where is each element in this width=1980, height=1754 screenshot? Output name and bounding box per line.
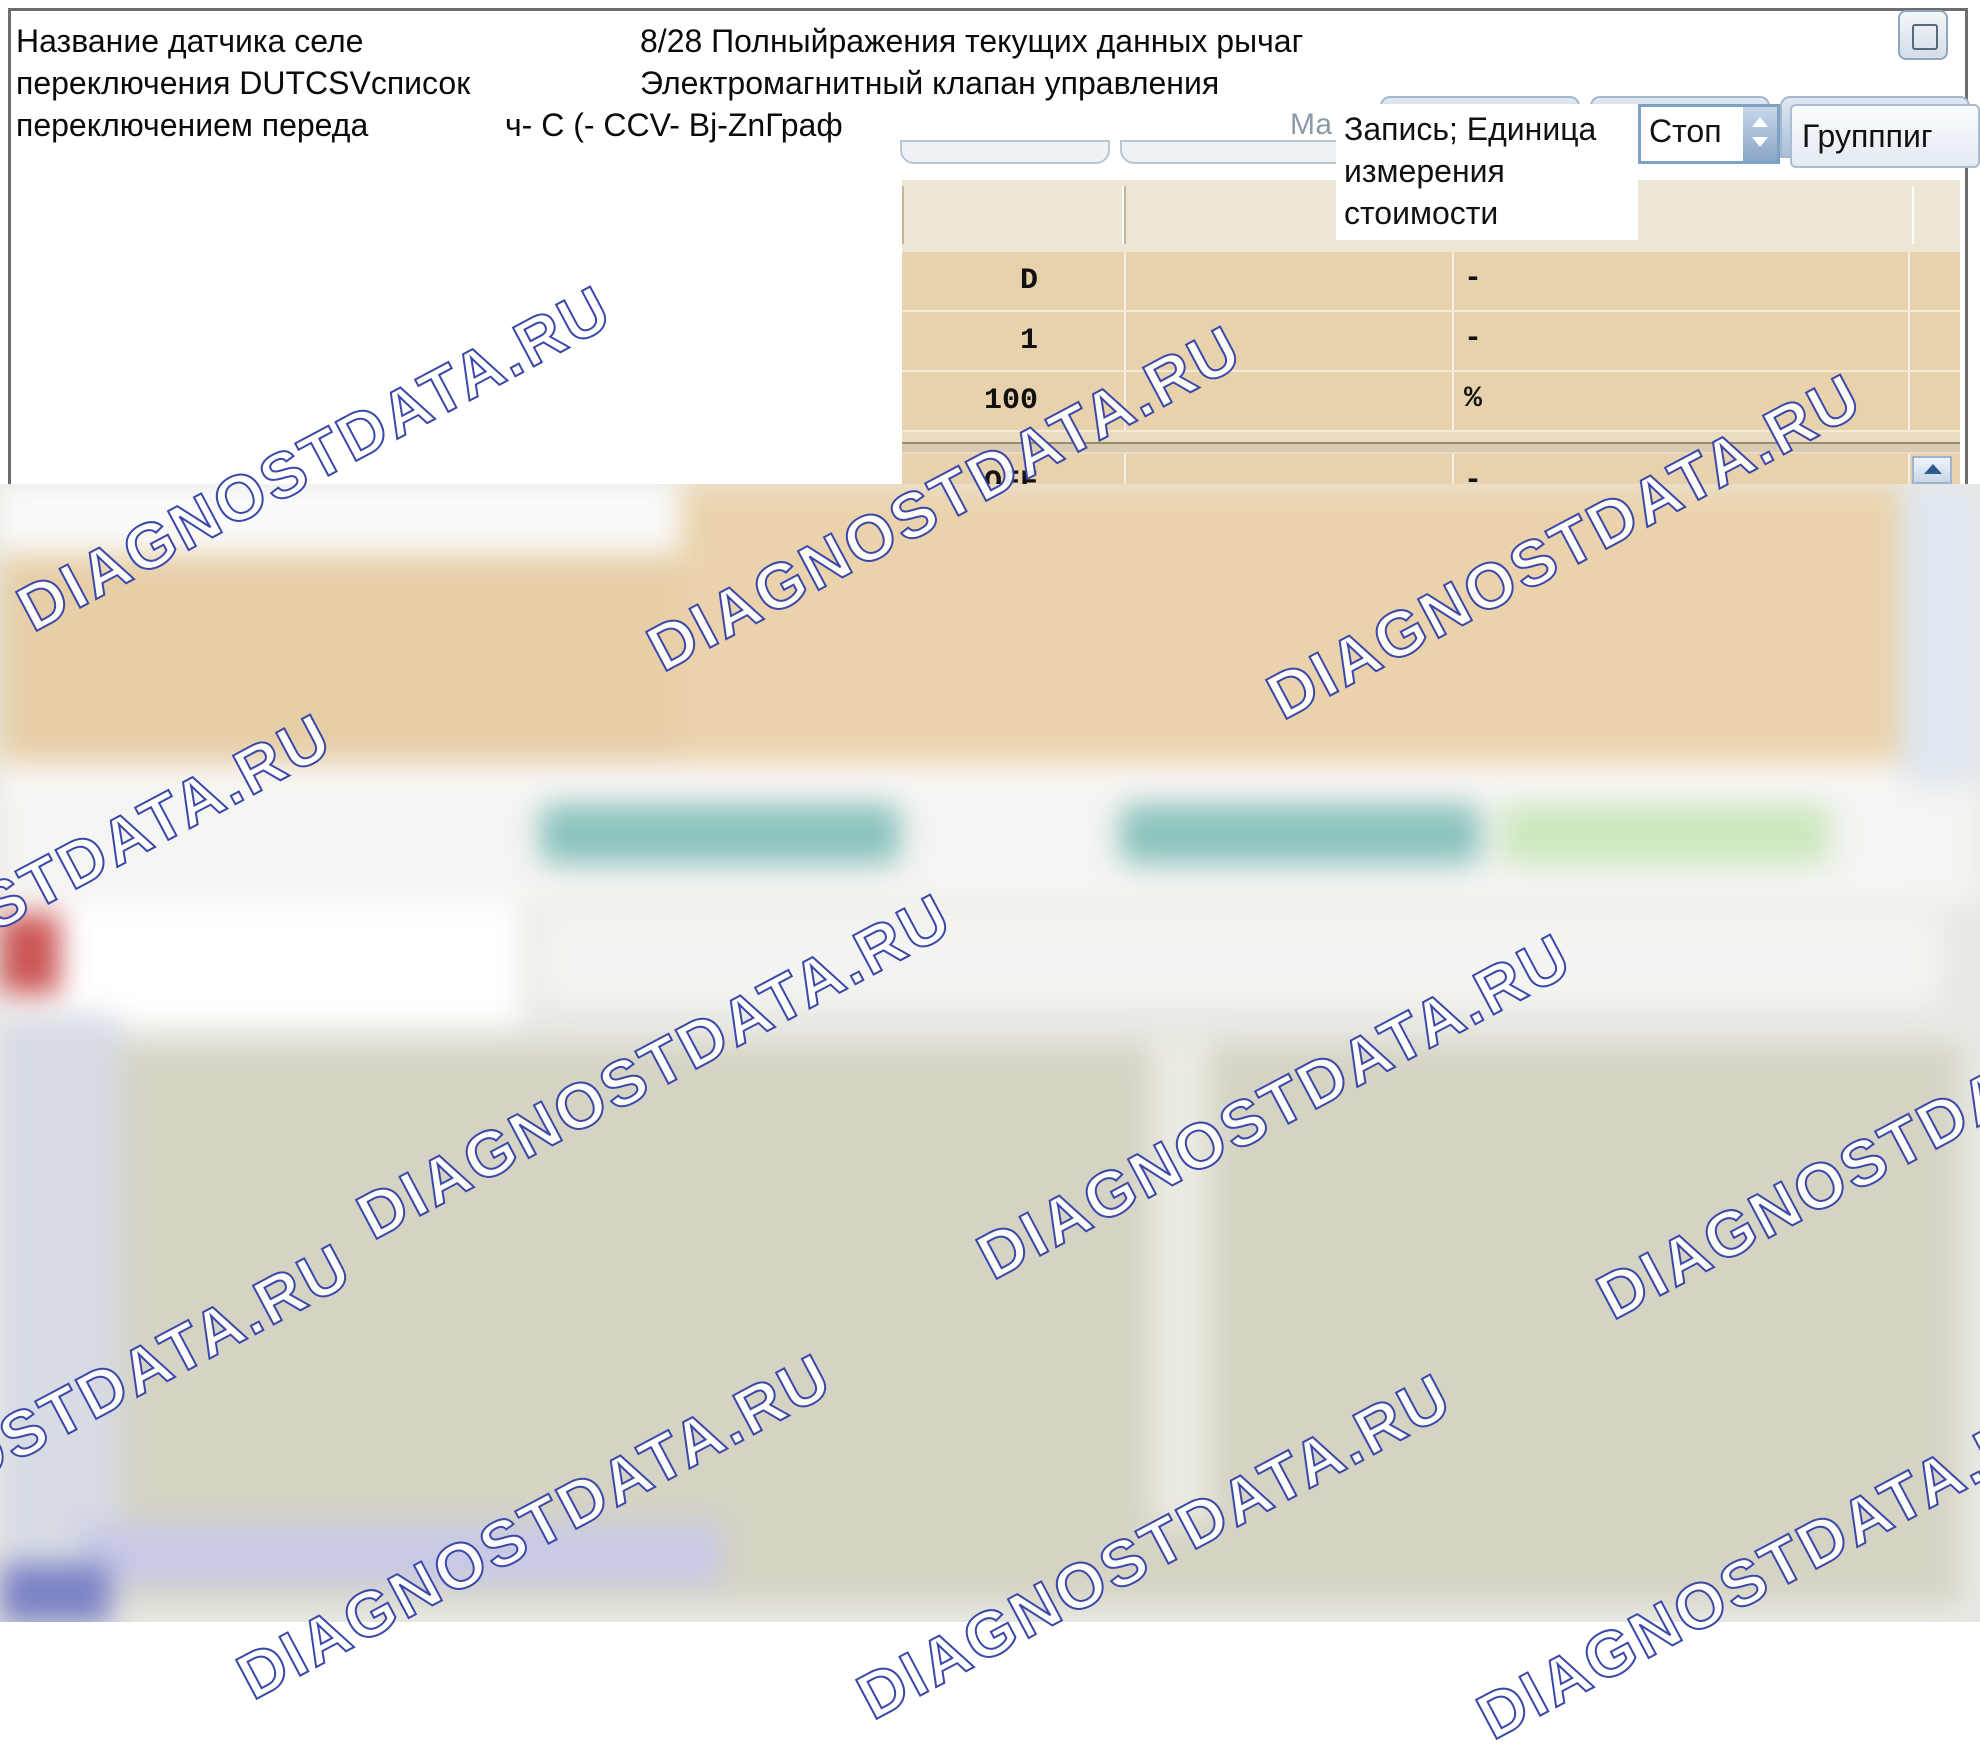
card-edge: [1120, 140, 1370, 164]
scroll-up-button[interactable]: [1912, 456, 1952, 484]
grouping-button-label: Групппиг: [1802, 118, 1933, 154]
blurred-list: [0, 904, 520, 1024]
mode-spinner[interactable]: [1743, 107, 1777, 161]
blurred-chart: [120, 1044, 1960, 1604]
blurred-area: [0, 484, 1980, 1622]
sensor-name-caption: Название датчика селе: [16, 23, 364, 59]
row-unit: -: [1464, 464, 1483, 484]
row-unit: -: [1464, 262, 1483, 296]
blurred-button: [540, 804, 900, 864]
chevron-down-icon: [1752, 137, 1768, 147]
graph-caption: ч- С (- ССV- Bj-ZnГраф: [505, 107, 843, 143]
sensor-panel: Название датчика селе переключения DUTCS…: [0, 0, 1980, 484]
blurred-button: [1500, 804, 1830, 864]
blurred-scrollbar: [1900, 484, 1980, 784]
row-value: 1: [1019, 324, 1038, 358]
chevron-up-icon: [1924, 464, 1942, 474]
tooltip-text: Запись; Единица измерения стоимости: [1344, 111, 1597, 231]
sensor-name-caption-3: переключением переда: [16, 107, 369, 143]
grid-header-cell: [902, 186, 1124, 244]
card-edge: [900, 140, 1110, 164]
table-row[interactable]: D -: [902, 252, 1960, 312]
tab-partial-label[interactable]: Ма: [1290, 108, 1332, 142]
maximize-icon: [1912, 24, 1938, 50]
chevron-up-icon: [1752, 117, 1768, 127]
blurred-content: [0, 484, 1980, 1622]
grouping-button[interactable]: Групппиг: [1790, 104, 1980, 168]
page-counter-caption: 8/28 Полныйражения текущих данных рычаг: [640, 23, 1304, 59]
blurred-button: [1120, 804, 1480, 864]
row-value: 100: [983, 384, 1038, 418]
row-value: D: [1019, 264, 1038, 298]
sensor-name-caption-2: переключения DUTCSVсписок: [16, 65, 471, 101]
valve-caption: Электромагнитный клапан управления: [640, 65, 1220, 101]
blurred-footer-button: [0, 1564, 110, 1622]
tooltip-record-unit: Запись; Единица измерения стоимости: [1336, 104, 1638, 240]
mode-select[interactable]: Стоп: [1638, 104, 1780, 164]
mode-select-value: Стоп: [1649, 113, 1722, 149]
row-unit: -: [1464, 322, 1483, 356]
table-row[interactable]: 1 -: [902, 312, 1960, 372]
row-unit: %: [1464, 382, 1483, 416]
maximize-button[interactable]: [1898, 10, 1948, 60]
